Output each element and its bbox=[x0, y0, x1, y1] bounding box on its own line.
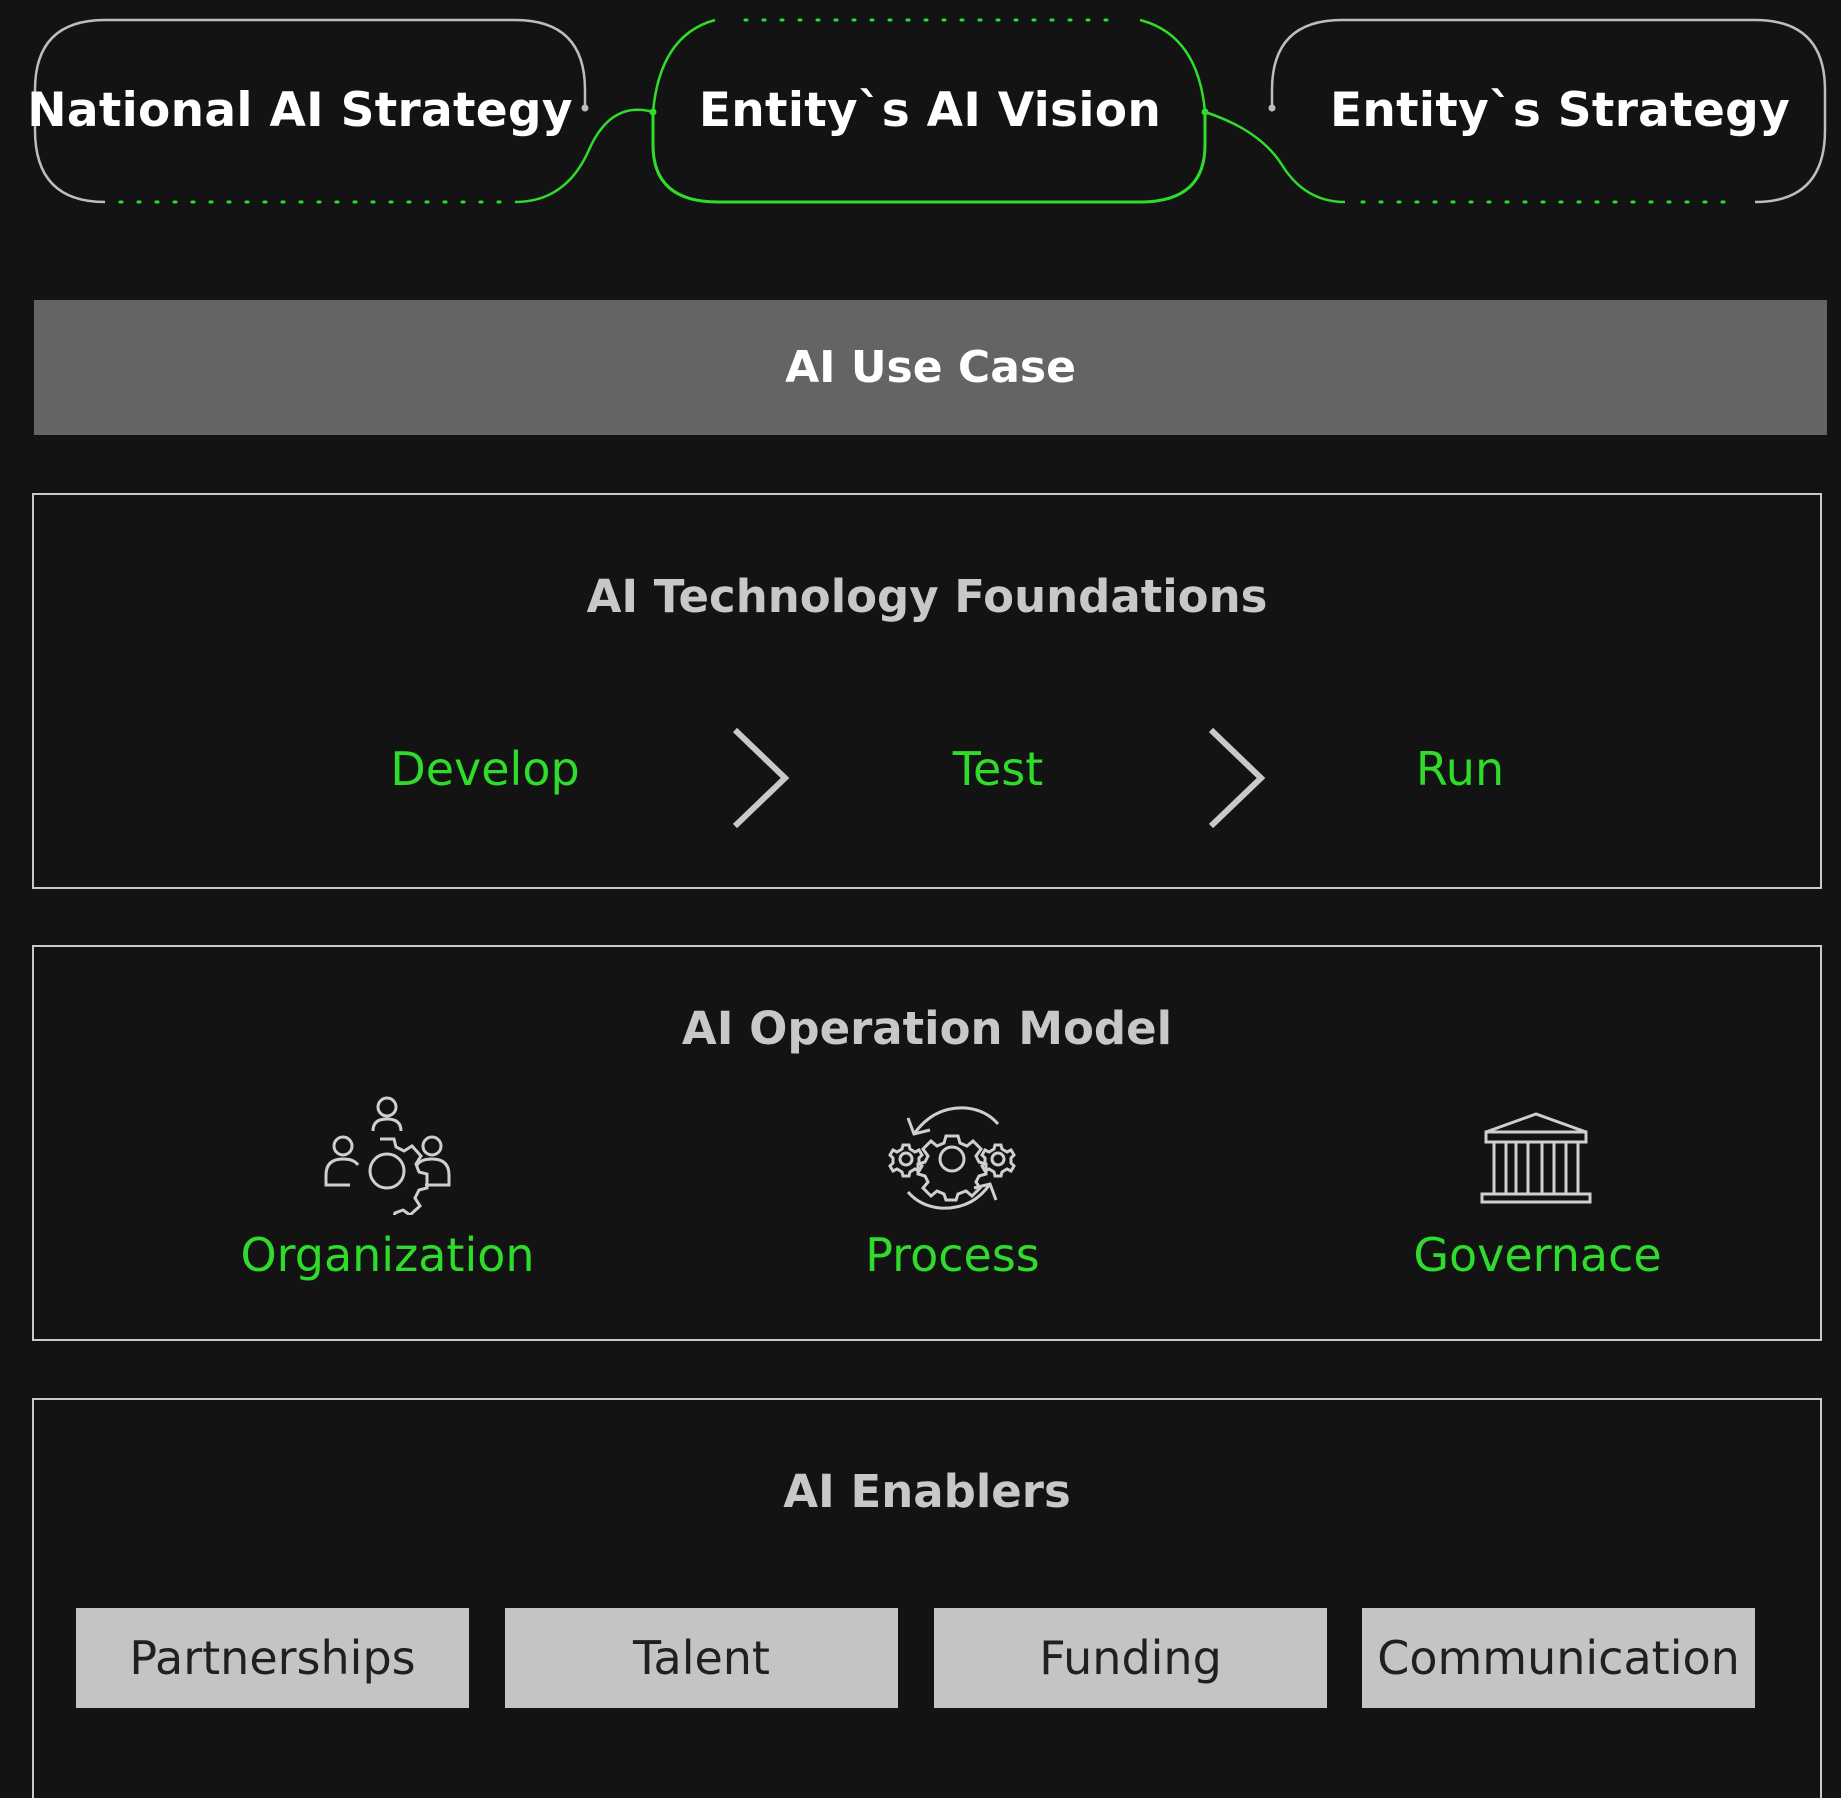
national-ai-strategy-label: National AI Strategy bbox=[27, 82, 573, 138]
step-develop: Develop bbox=[390, 742, 580, 796]
chevron-right-icon bbox=[1208, 728, 1266, 828]
operation-governance-label: Governace bbox=[1413, 1228, 1662, 1282]
enabler-funding: Funding bbox=[934, 1608, 1327, 1708]
operation-organization-label: Organization bbox=[240, 1228, 535, 1282]
technology-foundations-title: AI Technology Foundations bbox=[586, 570, 1268, 623]
operation-model-title: AI Operation Model bbox=[681, 1002, 1173, 1055]
enablers-panel: AI Enablers bbox=[32, 1398, 1822, 1798]
technology-foundations-panel: AI Technology Foundations bbox=[32, 493, 1822, 889]
enabler-talent: Talent bbox=[505, 1608, 898, 1708]
operation-process-label: Process bbox=[865, 1228, 1040, 1282]
enabler-label: Partnerships bbox=[129, 1631, 416, 1685]
ai-use-case-label: AI Use Case bbox=[785, 342, 1076, 393]
enabler-label: Funding bbox=[1039, 1631, 1222, 1685]
gears-cycle-icon bbox=[888, 1106, 1016, 1210]
enabler-label: Talent bbox=[633, 1631, 770, 1685]
step-test: Test bbox=[952, 742, 1044, 796]
enablers-title: AI Enablers bbox=[783, 1465, 1071, 1518]
ai-use-case-bar: AI Use Case bbox=[34, 300, 1827, 435]
people-gear-icon bbox=[324, 1096, 451, 1215]
step-run: Run bbox=[1415, 742, 1505, 796]
entity-strategy-label: Entity`s Strategy bbox=[1329, 82, 1791, 138]
chevron-right-icon bbox=[732, 728, 790, 828]
enabler-partnerships: Partnerships bbox=[76, 1608, 469, 1708]
enabler-label: Communication bbox=[1377, 1631, 1740, 1685]
entity-ai-vision-label: Entity`s AI Vision bbox=[698, 82, 1162, 138]
enabler-communication: Communication bbox=[1362, 1608, 1755, 1708]
institution-icon bbox=[1480, 1112, 1592, 1204]
